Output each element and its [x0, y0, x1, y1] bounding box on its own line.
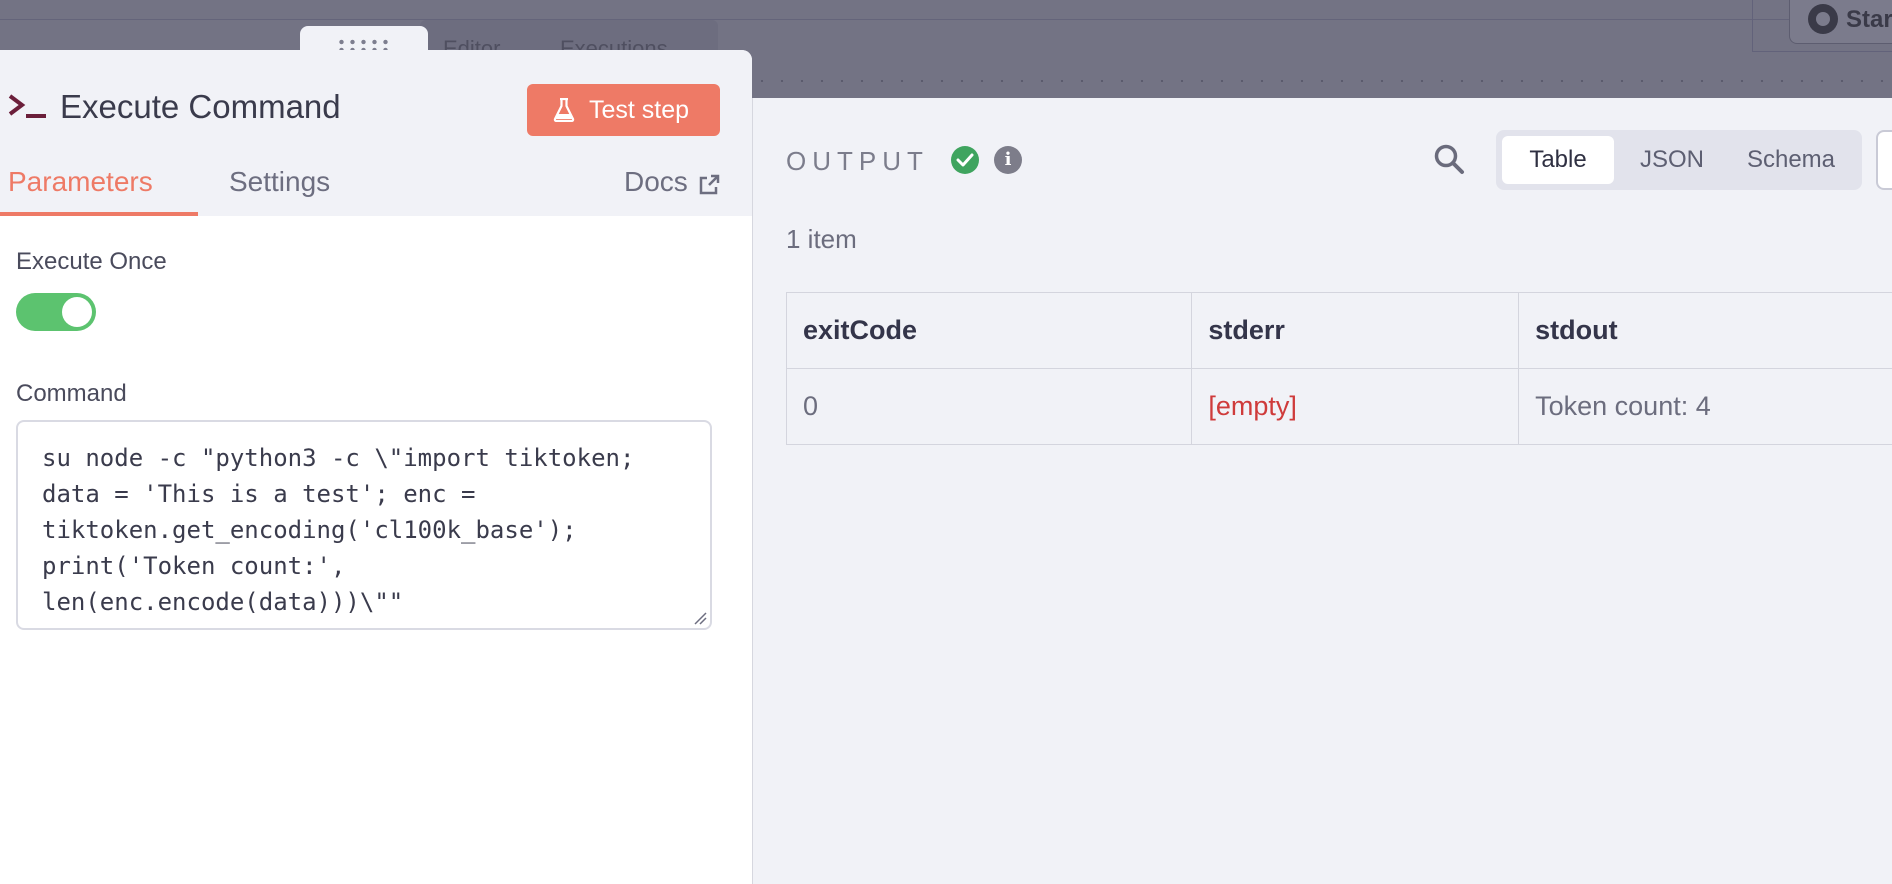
- active-tab-indicator: [0, 212, 198, 216]
- output-panel: OUTPUT i Table JSON Schema 1 item exitCo…: [752, 98, 1892, 884]
- output-more-button[interactable]: [1876, 130, 1892, 190]
- output-title: OUTPUT: [786, 146, 929, 176]
- success-check-icon: [951, 146, 979, 174]
- tab-parameters[interactable]: Parameters: [8, 166, 153, 198]
- docs-link[interactable]: Docs: [624, 166, 688, 198]
- column-header-exitcode: exitCode: [785, 292, 1193, 369]
- execute-once-toggle[interactable]: [16, 293, 96, 331]
- search-icon[interactable]: [1432, 142, 1466, 176]
- view-json-button[interactable]: JSON: [1620, 136, 1724, 184]
- command-textarea[interactable]: su node -c "python3 -c \"import tiktoken…: [16, 420, 712, 630]
- column-header-stderr: stderr: [1191, 292, 1520, 369]
- table-header-row: exitCode stderr stdout: [785, 292, 1892, 369]
- cell-stdout: Token count: 4: [1518, 368, 1892, 445]
- output-view-toggle: Table JSON Schema: [1496, 130, 1862, 190]
- node-header: Execute Command Test step Parameters Set…: [0, 50, 752, 216]
- topbar-divider: [0, 19, 1892, 20]
- terminal-icon: [8, 94, 46, 118]
- node-title: Execute Command: [60, 88, 341, 125]
- tab-settings[interactable]: Settings: [229, 166, 330, 198]
- output-table: exitCode stderr stdout 0 [empty] Token c…: [785, 292, 1892, 445]
- toggle-knob: [62, 297, 92, 327]
- column-header-stdout: stdout: [1518, 292, 1892, 369]
- cell-stderr: [empty]: [1191, 368, 1520, 445]
- command-text: su node -c "python3 -c \"import tiktoken…: [42, 444, 649, 616]
- item-count: 1 item: [786, 224, 857, 254]
- github-icon: [1808, 4, 1838, 34]
- view-table-button[interactable]: Table: [1502, 136, 1614, 184]
- resize-grip-icon[interactable]: [693, 611, 707, 625]
- execute-once-label: Execute Once: [16, 248, 167, 275]
- github-star-label: Star: [1846, 6, 1892, 33]
- command-label: Command: [16, 380, 127, 407]
- info-icon[interactable]: i: [994, 146, 1022, 174]
- view-schema-button[interactable]: Schema: [1728, 136, 1854, 184]
- canvas-grid-dots: [752, 80, 1892, 82]
- flask-icon: [553, 98, 575, 122]
- node-panel: Execute Command Test step Parameters Set…: [0, 50, 752, 884]
- cell-exitcode: 0: [785, 368, 1193, 445]
- external-link-icon: [699, 174, 720, 195]
- table-row: 0 [empty] Token count: 4: [785, 368, 1892, 445]
